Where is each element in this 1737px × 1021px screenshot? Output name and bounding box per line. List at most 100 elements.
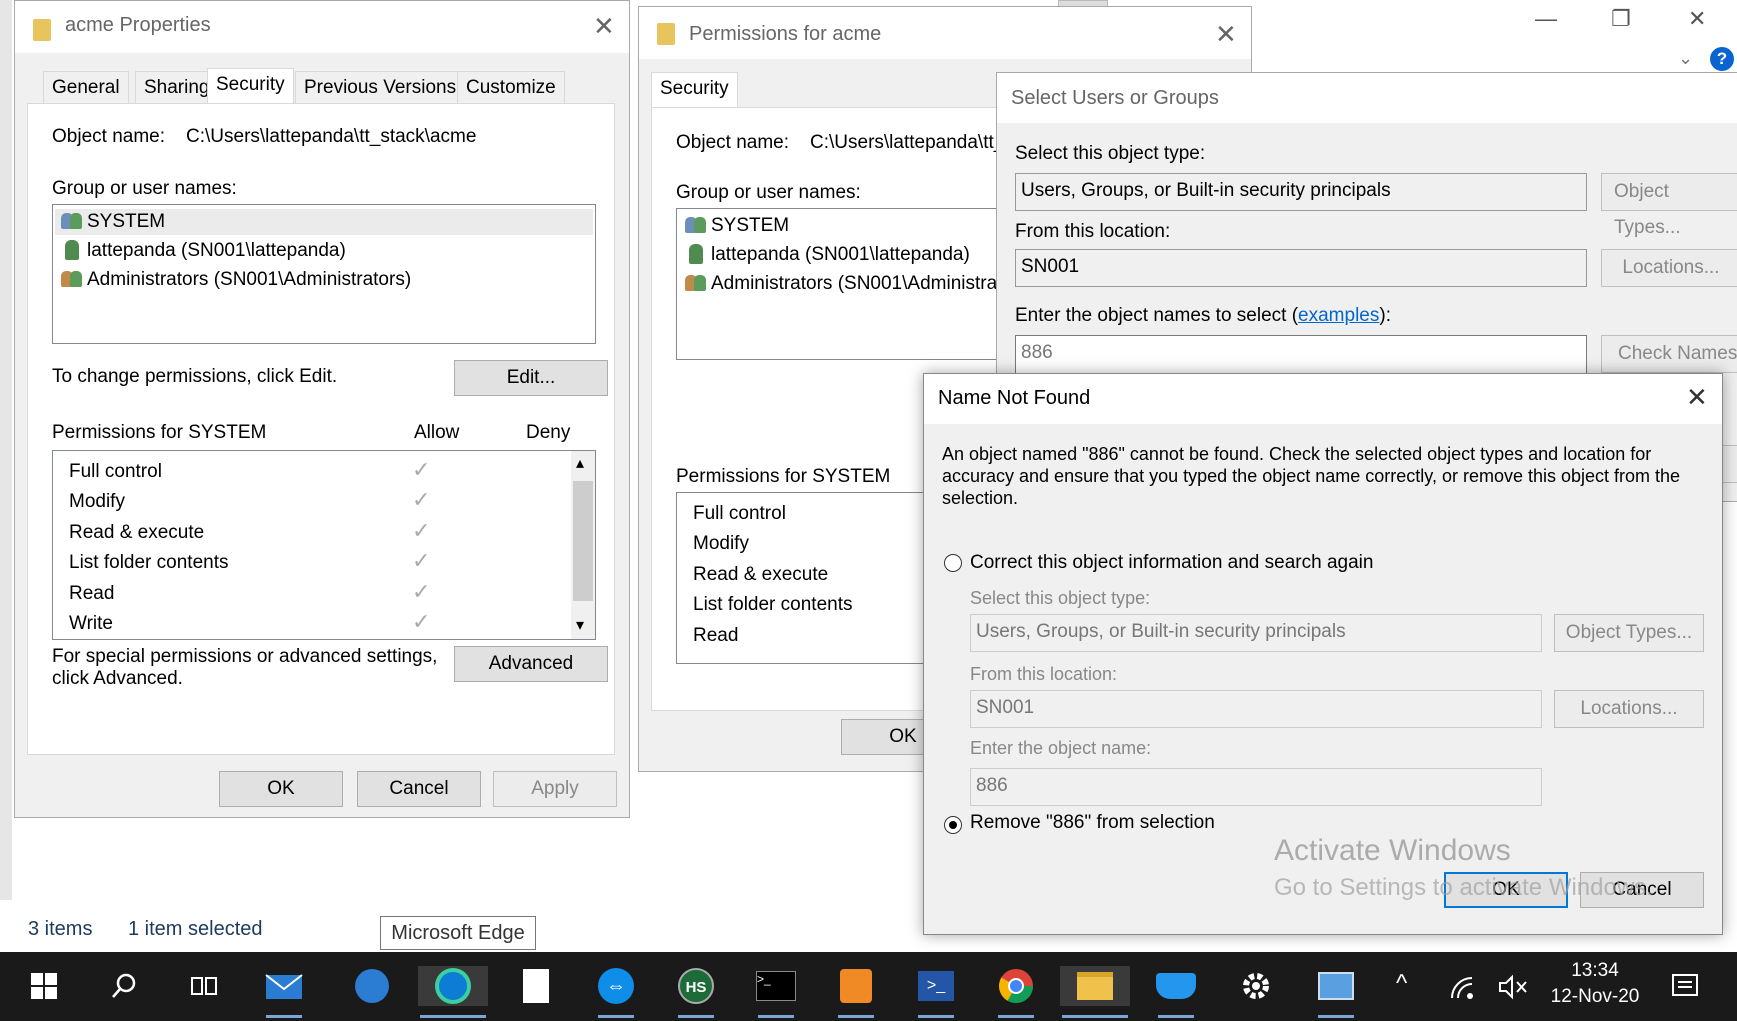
- docker-icon[interactable]: [1156, 966, 1196, 1018]
- permission-row: Read & execute: [69, 522, 205, 543]
- permission-row: Read & execute: [693, 564, 829, 585]
- terminal-icon[interactable]: >_: [756, 966, 796, 1018]
- clock-time[interactable]: 13:34: [1550, 960, 1640, 982]
- user-name: Administrators (SN001\Administrators): [87, 269, 412, 290]
- sublime-icon[interactable]: [836, 966, 876, 1018]
- list-item[interactable]: Administrators (SN001\Administrators): [61, 267, 411, 293]
- enter-names-label: Enter the object names to select (exampl…: [1015, 305, 1391, 327]
- phone-icon[interactable]: [352, 966, 392, 1006]
- object-type-label: Select this object type:: [970, 588, 1151, 608]
- tray-chevron-icon[interactable]: ^: [1396, 970, 1407, 998]
- status-items: 3 items: [28, 918, 93, 940]
- scroll-down-icon[interactable]: ▾: [576, 615, 584, 635]
- object-types-button[interactable]: Object Types...: [1554, 614, 1704, 652]
- object-type-label: Select this object type:: [1015, 143, 1206, 164]
- edit-button[interactable]: Edit...: [454, 360, 608, 396]
- user-list[interactable]: SYSTEM lattepanda (SN001\lattepanda) Adm…: [52, 204, 596, 344]
- list-item[interactable]: lattepanda (SN001\lattepanda): [685, 242, 970, 268]
- status-selected: 1 item selected: [128, 918, 263, 940]
- locations-button[interactable]: Locations...: [1554, 690, 1704, 728]
- list-item[interactable]: Administrators (SN001\Administrato: [685, 271, 1013, 297]
- message-line3: selection.: [942, 488, 1019, 508]
- task-view-icon[interactable]: [184, 966, 224, 1006]
- tab-general[interactable]: General: [43, 71, 129, 103]
- folder-icon: [657, 23, 675, 45]
- advanced-button[interactable]: Advanced: [454, 646, 608, 682]
- tab-previous-versions[interactable]: Previous Versions: [295, 71, 466, 103]
- start-icon[interactable]: [24, 966, 64, 1006]
- clock-date[interactable]: 12-Nov-20: [1540, 986, 1650, 1008]
- watermark-line2: Go to Settings to activate Windows.: [1274, 874, 1653, 901]
- option-correct-label[interactable]: Correct this object information and sear…: [970, 552, 1373, 574]
- close-icon[interactable]: ✕: [1215, 19, 1237, 50]
- search-icon[interactable]: [104, 966, 144, 1006]
- allow-check-icon: ✓: [412, 518, 431, 543]
- user-name: SYSTEM: [711, 215, 790, 236]
- watermark-line1: Activate Windows: [1274, 834, 1511, 867]
- allow-check-icon: ✓: [412, 579, 431, 604]
- volume-muted-icon[interactable]: [1498, 974, 1528, 1006]
- location-field: SN001: [1015, 249, 1587, 287]
- group-icon: [61, 209, 83, 231]
- allow-header: Allow: [414, 422, 460, 443]
- close-icon[interactable]: ✕: [1686, 382, 1708, 413]
- tab-sharing[interactable]: Sharing: [135, 71, 219, 103]
- title-bar: Select Users or Groups: [997, 73, 1737, 123]
- location-label: From this location:: [1015, 221, 1171, 242]
- close-icon[interactable]: ✕: [593, 11, 615, 42]
- allow-check-icon: ✓: [412, 487, 431, 512]
- object-types-button[interactable]: Object Types...: [1601, 173, 1737, 238]
- file-explorer-icon[interactable]: [1060, 966, 1130, 1018]
- help-icon[interactable]: ?: [1710, 47, 1734, 71]
- title-bar: Name Not Found ✕: [924, 374, 1722, 424]
- control-panel-icon[interactable]: [1316, 966, 1356, 1018]
- network-icon[interactable]: [1448, 974, 1476, 1006]
- list-item[interactable]: SYSTEM: [55, 209, 593, 235]
- user-name: Administrators (SN001\Administrato: [711, 273, 1013, 294]
- group-label: Group or user names:: [676, 182, 861, 203]
- permission-row: Full control: [693, 503, 786, 524]
- dialog-title: Name Not Found: [938, 387, 1091, 409]
- check-names-button[interactable]: Check Names: [1601, 335, 1737, 373]
- apply-button[interactable]: Apply: [493, 771, 617, 807]
- allow-check-icon: ✓: [412, 609, 431, 634]
- powershell-icon[interactable]: >_: [916, 966, 956, 1018]
- notifications-icon[interactable]: [1670, 972, 1700, 1008]
- chevron-down-icon[interactable]: ⌄: [1678, 48, 1693, 69]
- chrome-icon[interactable]: [996, 966, 1036, 1018]
- cancel-button[interactable]: Cancel: [357, 771, 481, 807]
- teamviewer-icon[interactable]: ⇔: [596, 966, 636, 1018]
- radio-remove[interactable]: [944, 816, 962, 834]
- mail-icon[interactable]: [264, 966, 304, 1018]
- tab-security[interactable]: Security: [651, 72, 738, 108]
- dialog-title: Permissions for acme: [689, 23, 882, 45]
- scrollbar[interactable]: ▴ ▾: [571, 451, 595, 639]
- user-name: SYSTEM: [87, 211, 166, 232]
- list-item[interactable]: lattepanda (SN001\lattepanda): [61, 238, 346, 264]
- radio-correct[interactable]: [944, 554, 962, 572]
- list-item[interactable]: SYSTEM: [685, 213, 789, 239]
- option-remove-label[interactable]: Remove "886" from selection: [970, 812, 1215, 834]
- close-button[interactable]: ✕: [1688, 6, 1706, 32]
- location-label: From this location:: [970, 664, 1118, 684]
- locations-button[interactable]: Locations...: [1601, 249, 1737, 287]
- scroll-up-icon[interactable]: ▴: [576, 453, 584, 473]
- hs-icon[interactable]: HS: [676, 966, 716, 1018]
- tab-security[interactable]: Security: [207, 68, 294, 104]
- settings-icon[interactable]: [1236, 966, 1276, 1006]
- restore-button[interactable]: ❐: [1611, 6, 1631, 32]
- permission-row: Modify: [69, 491, 125, 512]
- dialog-title: acme Properties: [65, 14, 211, 36]
- file-icon[interactable]: [516, 966, 556, 1006]
- deny-header: Deny: [526, 422, 571, 443]
- tab-strip: Security: [651, 72, 1051, 109]
- permissions-list[interactable]: Full control Modify Read & execute List …: [52, 450, 596, 640]
- permission-row: Full control: [69, 461, 162, 482]
- edge-icon[interactable]: [418, 966, 488, 1018]
- tab-customize[interactable]: Customize: [457, 71, 565, 103]
- ok-button[interactable]: OK: [219, 771, 343, 807]
- scroll-thumb[interactable]: [573, 481, 593, 601]
- examples-link[interactable]: examples: [1298, 305, 1379, 326]
- minimize-button[interactable]: —: [1535, 6, 1557, 32]
- user-name: lattepanda (SN001\lattepanda): [711, 244, 970, 265]
